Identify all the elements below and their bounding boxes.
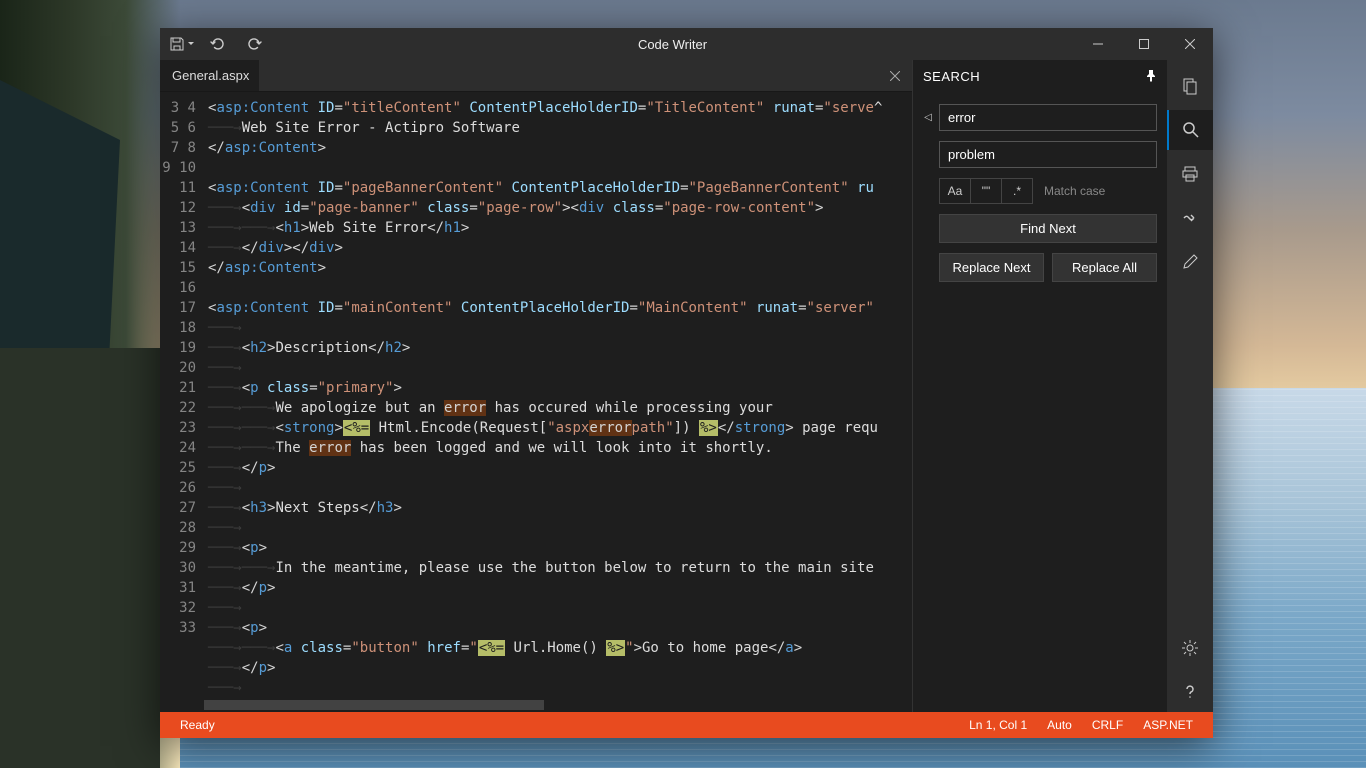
code-content[interactable]: <asp:Content ID="titleContent" ContentPl… [204,92,912,712]
window-title: Code Writer [270,37,1075,52]
search-panel-title: SEARCH [923,69,980,84]
print-icon[interactable] [1167,154,1213,194]
close-icon [887,68,903,84]
tab-bar: General.aspx [160,60,912,92]
search-panel: SEARCH ◁ Aa "" .* Match case Fin [912,60,1167,712]
match-case-label: Match case [1044,184,1105,198]
status-eol[interactable]: CRLF [1082,718,1133,732]
share-icon[interactable] [1167,198,1213,238]
tab-close[interactable] [879,60,912,91]
edit-icon[interactable] [1167,242,1213,282]
replace-input[interactable] [939,141,1157,168]
match-case-toggle[interactable]: Aa [939,178,971,204]
match-whole-word-toggle[interactable]: "" [970,178,1002,204]
close-button[interactable] [1167,28,1213,60]
replace-next-button[interactable]: Replace Next [939,253,1044,282]
undo-button[interactable] [202,30,234,58]
app-window: Code Writer General.aspx 3 4 5 6 7 8 9 1… [160,28,1213,738]
status-bar: Ready Ln 1, Col 1 Auto CRLF ASP.NET [160,712,1213,738]
redo-button[interactable] [238,30,270,58]
status-language[interactable]: ASP.NET [1133,718,1203,732]
regex-toggle[interactable]: .* [1001,178,1033,204]
titlebar: Code Writer [160,28,1213,60]
status-position[interactable]: Ln 1, Col 1 [959,718,1037,732]
replace-all-button[interactable]: Replace All [1052,253,1157,282]
tab-label: General.aspx [172,68,249,83]
find-next-button[interactable]: Find Next [939,214,1157,243]
search-icon[interactable] [1167,110,1213,150]
document-tab[interactable]: General.aspx [160,60,260,91]
horizontal-scrollbar[interactable] [204,698,912,712]
expand-icon[interactable]: ◁ [923,112,933,123]
status-ready: Ready [170,718,225,732]
tool-strip [1167,60,1213,712]
scrollbar-thumb[interactable] [204,700,544,710]
code-editor[interactable]: 3 4 5 6 7 8 9 10 11 12 13 14 15 16 17 18… [160,92,912,712]
maximize-button[interactable] [1121,28,1167,60]
settings-icon[interactable] [1167,628,1213,668]
help-icon[interactable] [1167,672,1213,712]
status-encoding[interactable]: Auto [1037,718,1082,732]
save-button[interactable] [166,30,198,58]
pin-icon[interactable] [1145,70,1157,82]
clipboard-icon[interactable] [1167,66,1213,106]
minimize-button[interactable] [1075,28,1121,60]
search-input[interactable] [939,104,1157,131]
line-gutter: 3 4 5 6 7 8 9 10 11 12 13 14 15 16 17 18… [160,92,204,712]
